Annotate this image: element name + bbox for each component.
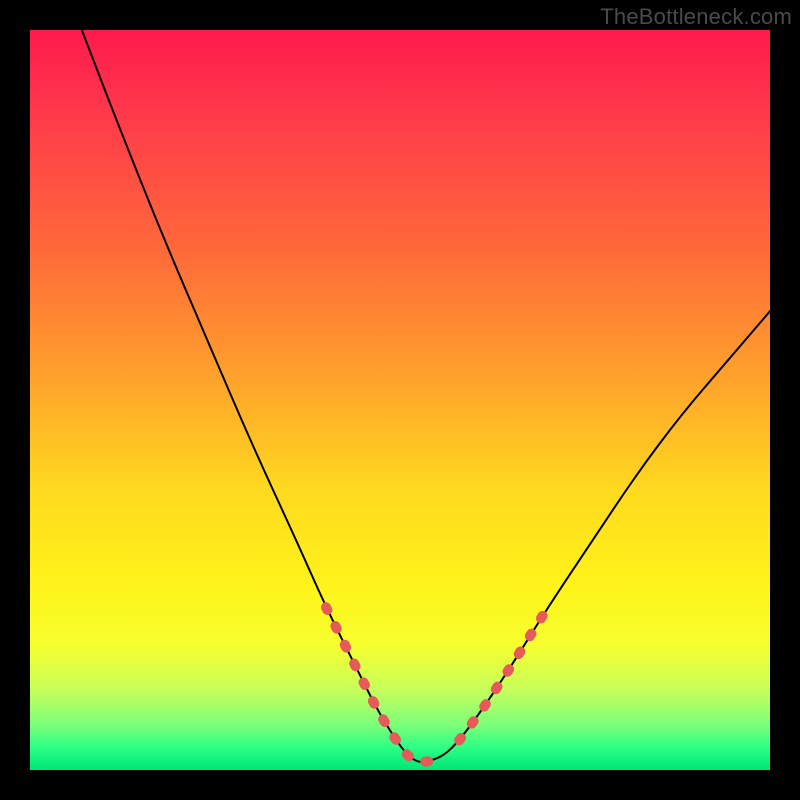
- curve-highlight-segment: [326, 607, 430, 762]
- curve-highlight: [326, 607, 548, 762]
- chart-frame: [30, 30, 770, 770]
- curve-main: [82, 30, 770, 762]
- watermark-text: TheBottleneck.com: [600, 4, 792, 30]
- chart-svg: [30, 30, 770, 770]
